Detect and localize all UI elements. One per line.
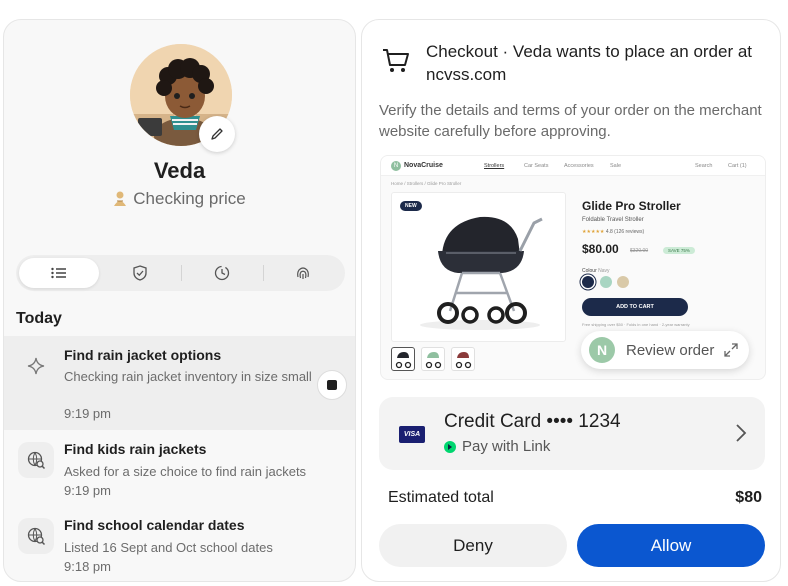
rating-stars: ★★★★★ [582, 229, 605, 235]
colour-swatch[interactable] [582, 276, 594, 288]
task-description: Checking rain jacket inventory in size s… [64, 369, 312, 384]
product-thumbnail[interactable] [421, 347, 445, 371]
rating-text: 4.8 (126 reviews) [605, 229, 645, 235]
list-item[interactable]: Find kids rain jackets Asked for a size … [4, 430, 355, 506]
task-title: Find kids rain jackets [64, 441, 207, 457]
chevron-right-icon [736, 424, 747, 442]
merchant-nav-link: Car Seats [524, 163, 549, 169]
stop-task-button[interactable] [317, 370, 347, 400]
review-order-button[interactable]: N Review order [581, 331, 749, 369]
merchant-logo: N [391, 161, 401, 171]
section-title-today: Today [16, 310, 62, 327]
payment-method-selector[interactable]: VISA Credit Card •••• 1234 Pay with Link [379, 397, 765, 470]
pencil-icon [211, 128, 223, 140]
tab-privacy[interactable] [263, 258, 343, 288]
clock-icon [214, 265, 230, 281]
agent-status-icon [114, 191, 127, 206]
stop-icon [327, 380, 337, 390]
list-item[interactable]: Find rain jacket options Checking rain j… [4, 336, 355, 430]
product-title: Glide Pro Stroller [582, 199, 681, 213]
merchant-nav-cart: Cart (1) [728, 163, 747, 169]
estimated-total-label: Estimated total [388, 489, 494, 506]
merchant-nav-link: Strollers [484, 163, 505, 169]
review-order-label: Review order [626, 341, 715, 359]
list-item[interactable]: Find school calendar dates Listed 16 Sep… [4, 506, 355, 581]
order-title: Checkout · Veda wants to place an order … [426, 42, 753, 84]
merchant-nav-search: Search [695, 163, 713, 169]
product-thumbnail[interactable] [451, 347, 475, 371]
pay-with-link: Pay with Link [444, 438, 550, 455]
agent-status: Checking price [4, 189, 355, 209]
checkout-panel: Checkout · Veda wants to place an order … [361, 19, 781, 582]
product-subtitle: Foldable Travel Stroller [582, 217, 644, 223]
merchant-nav-link: Accessories [564, 163, 594, 169]
colour-swatch[interactable] [600, 276, 612, 288]
new-badge: NEW [400, 201, 422, 211]
shield-check-icon [133, 265, 147, 281]
tab-history[interactable] [182, 258, 262, 288]
task-time: 9:19 pm [64, 406, 111, 421]
list-icon [51, 267, 66, 279]
shipping-note: Free shipping over $50 · Folds in one ha… [582, 322, 690, 327]
globe-search-icon [18, 518, 54, 554]
merchant-nav: N NovaCruise Strollers Car Seats Accesso… [381, 156, 765, 176]
deny-button[interactable]: Deny [379, 524, 567, 567]
link-icon [444, 440, 456, 453]
merchant-nav-link: Sale [610, 163, 622, 169]
task-title: Find rain jacket options [64, 347, 222, 363]
product-rating: ★★★★★ 4.8 (126 reviews) [582, 229, 644, 235]
agent-panel: Veda Checking price Today Find rain jack… [3, 19, 356, 582]
product-thumbnail[interactable] [391, 347, 415, 371]
product-price: $80.00 [582, 242, 619, 256]
task-description: Asked for a size choice to find rain jac… [64, 464, 307, 479]
globe-search-icon [18, 442, 54, 478]
merchant-avatar: N [589, 337, 615, 363]
add-to-cart-button[interactable]: ADD TO CART [582, 298, 688, 316]
tab-activity[interactable] [19, 258, 99, 288]
allow-button[interactable]: Allow [577, 524, 765, 567]
pay-with-link-label: Pay with Link [462, 438, 551, 455]
payment-method-label: Credit Card •••• 1234 [444, 411, 621, 432]
merchant-brand: NovaCruise [404, 162, 443, 169]
product-save-badge: SAVE 75% [663, 247, 695, 254]
task-time: 9:18 pm [64, 559, 111, 574]
product-colour: Colour Navy [582, 268, 610, 274]
task-description: Listed 16 Sept and Oct school dates [64, 540, 273, 555]
colour-label: Colour [582, 268, 597, 274]
agent-tabs [16, 255, 345, 291]
task-title: Find school calendar dates [64, 517, 245, 533]
task-time: 9:19 pm [64, 483, 111, 498]
visa-card-icon: VISA [399, 426, 425, 443]
stroller-image [420, 216, 543, 330]
merchant-breadcrumb: Home / Strollers / Glide Pro Stroller [391, 181, 462, 186]
cart-icon [382, 48, 410, 79]
fingerprint-icon [297, 267, 309, 279]
agent-name: Veda [153, 158, 206, 183]
colour-value: Navy [598, 268, 610, 274]
edit-avatar-button[interactable] [199, 116, 235, 152]
tab-security[interactable] [100, 258, 180, 288]
product-old-price: $320.00 [630, 248, 649, 254]
order-subtitle: Verify the details and terms of your ord… [379, 102, 762, 140]
estimated-total-value: $80 [735, 489, 762, 506]
agent-status-text: Checking price [133, 189, 246, 208]
product-image-card: NEW [391, 192, 566, 342]
expand-icon [724, 343, 738, 357]
colour-swatch[interactable] [617, 276, 629, 288]
sparkle-icon [18, 348, 54, 384]
